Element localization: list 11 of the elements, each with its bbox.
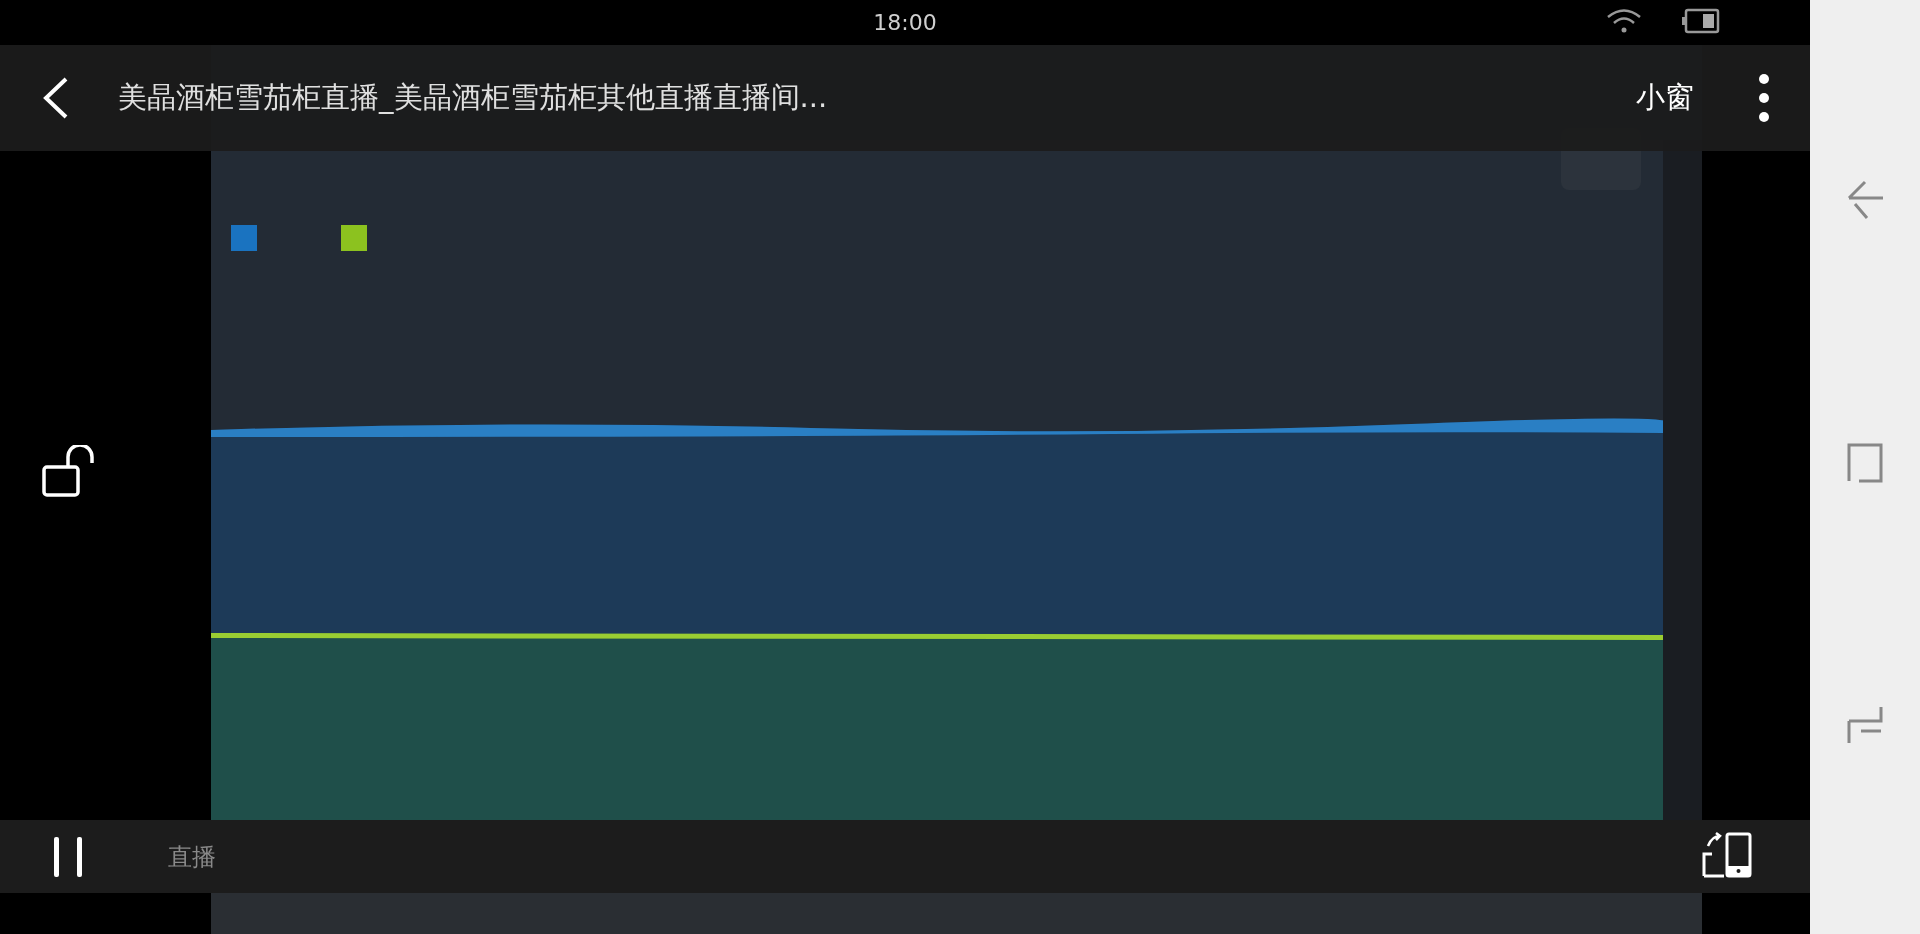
battery-icon	[1682, 8, 1720, 34]
recents-icon[interactable]	[1847, 705, 1883, 745]
overview-icon[interactable]	[1847, 443, 1883, 483]
wifi-icon	[1606, 8, 1642, 34]
video-title: 美晶酒柜雪茄柜直播_美晶酒柜雪茄柜其他直播直播间...	[118, 79, 829, 116]
live-label: 直播	[168, 841, 216, 873]
more-icon[interactable]	[1758, 73, 1770, 123]
rotate-screen-icon[interactable]	[1702, 832, 1752, 878]
pause-icon[interactable]	[52, 834, 84, 879]
mini-window-button[interactable]: 小窗	[1636, 78, 1694, 118]
status-time: 18:00	[873, 10, 937, 35]
